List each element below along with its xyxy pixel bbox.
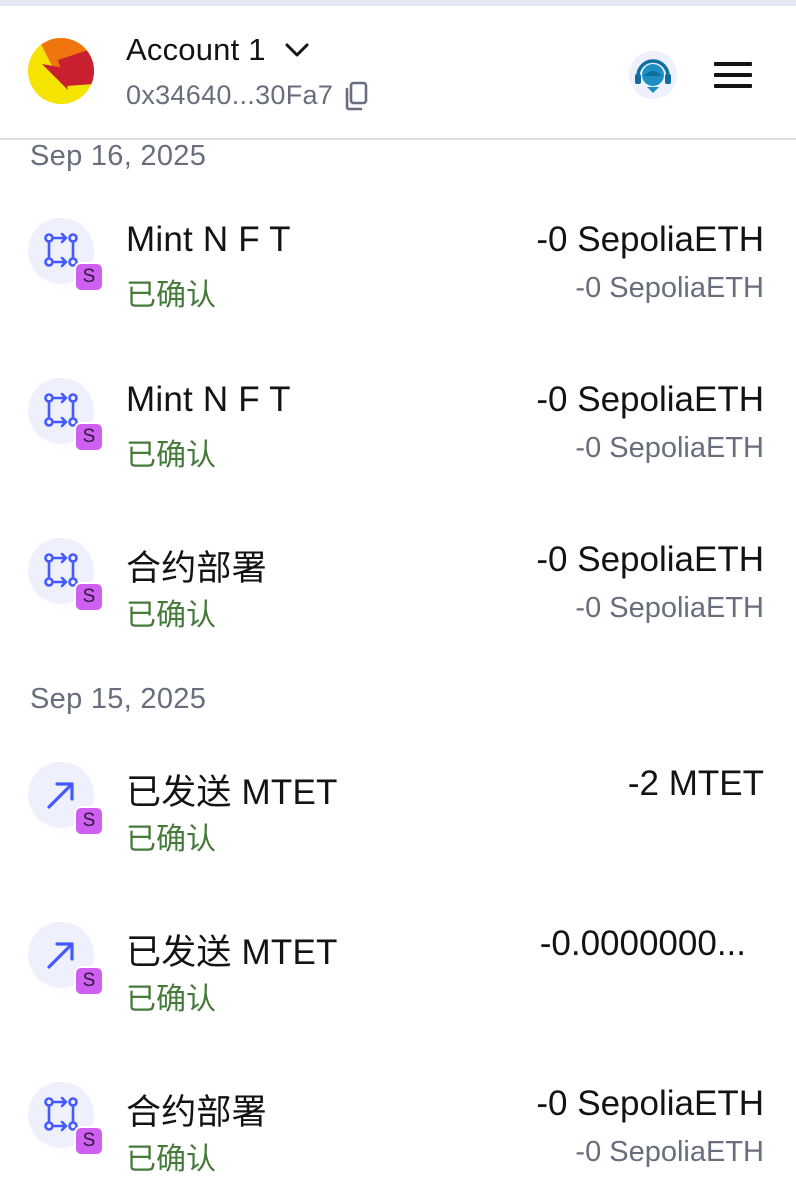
transaction-status: 已确认 — [126, 599, 216, 632]
transaction-status: 已确认 — [126, 823, 216, 856]
transaction-title: 已发送 MTET — [126, 933, 338, 972]
transaction-status: 已确认 — [126, 1143, 216, 1176]
transaction-icon: S — [28, 922, 104, 998]
transaction-icon: S — [28, 762, 104, 838]
transaction-title: 已发送 MTET — [126, 773, 338, 812]
transaction-row[interactable]: S 已发送 MTET 已确认 -0.0000000... — [0, 922, 796, 1022]
transaction-amount: -0.0000000... — [539, 924, 746, 963]
account-name: Account 1 — [126, 32, 266, 67]
date-group-heading: Sep 16, 2025 — [30, 140, 207, 172]
transaction-amount: -0 SepoliaETH — [536, 220, 764, 259]
network-badge: S — [74, 1126, 104, 1156]
transaction-icon: S — [28, 378, 104, 454]
transaction-secondary-amount: -0 SepoliaETH — [575, 432, 764, 464]
transaction-secondary-amount: -0 SepoliaETH — [575, 1136, 764, 1168]
transaction-amount: -0 SepoliaETH — [536, 540, 764, 579]
transaction-status: 已确认 — [126, 439, 216, 472]
transaction-secondary-amount: -0 SepoliaETH — [575, 272, 764, 304]
transaction-secondary-amount: -0 SepoliaETH — [575, 592, 764, 624]
date-group-heading: Sep 15, 2025 — [30, 683, 207, 715]
support-agent-icon[interactable] — [628, 50, 678, 100]
transaction-row[interactable]: S 合约部署已确认 -0 SepoliaETH -0 SepoliaETH — [0, 1082, 796, 1182]
transaction-row[interactable]: S 已发送 MTET 已确认 -2 MTET — [0, 762, 796, 862]
account-address: 0x34640...30Fa7 — [126, 80, 334, 110]
transaction-status: 已确认 — [126, 279, 216, 312]
chevron-down-icon — [285, 43, 309, 57]
transaction-row[interactable]: S Mint N F T 已确认 -0 SepoliaETH -0 SepoliaETH — [0, 378, 796, 478]
account-avatar-jazzicon[interactable] — [28, 38, 94, 104]
transaction-title: Mint N F T — [126, 220, 291, 259]
transaction-title: 合约部署 — [126, 1093, 267, 1132]
transaction-row[interactable]: S Mint N F T 已确认 -0 SepoliaETH -0 SepoliaETH — [0, 218, 796, 318]
network-badge: S — [74, 966, 104, 996]
account-header: Account 1 0x34640...30Fa7 — [0, 6, 796, 140]
network-badge: S — [74, 422, 104, 452]
network-badge: S — [74, 806, 104, 836]
account-address-row: 0x34640...30Fa7 — [126, 80, 369, 111]
hamburger-menu-icon[interactable] — [712, 58, 754, 92]
network-badge: S — [74, 582, 104, 612]
copy-icon[interactable] — [343, 81, 369, 111]
transaction-row[interactable]: S 合约部署已确认 -0 SepoliaETH -0 SepoliaETH — [0, 538, 796, 638]
transaction-amount: -0 SepoliaETH — [536, 380, 764, 419]
transaction-title: Mint N F T — [126, 380, 291, 419]
transaction-amount: -2 MTET — [627, 764, 764, 803]
network-badge: S — [74, 262, 104, 292]
transaction-status: 已确认 — [126, 983, 216, 1016]
transaction-icon: S — [28, 1082, 104, 1158]
transaction-icon: S — [28, 538, 104, 614]
transaction-amount: -0 SepoliaETH — [536, 1084, 764, 1123]
transaction-title: 合约部署 — [126, 549, 267, 588]
transaction-icon: S — [28, 218, 104, 294]
account-picker[interactable]: Account 1 — [126, 32, 312, 68]
